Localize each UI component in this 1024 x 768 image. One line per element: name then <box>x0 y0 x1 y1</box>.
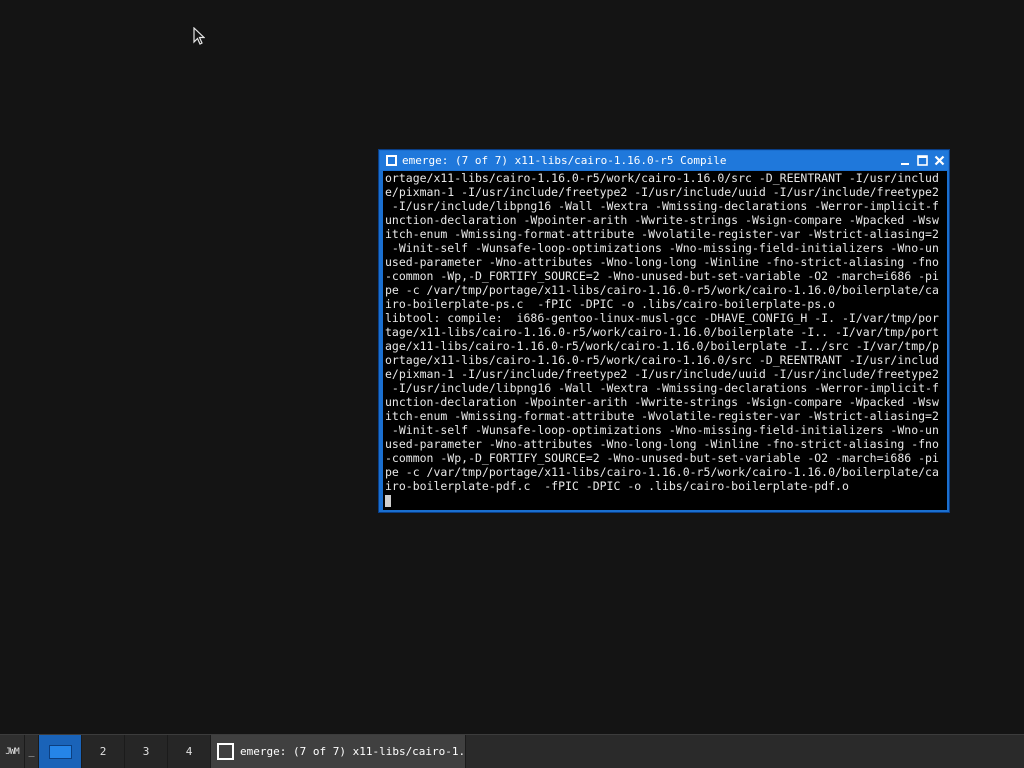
terminal-line: -Winit-self -Wunsafe-loop-optimizations … <box>385 241 939 255</box>
terminal-line: ortage/x11-libs/cairo-1.16.0-r5/work/cai… <box>385 171 939 185</box>
terminal-window[interactable]: emerge: (7 of 7) x11-libs/cairo-1.16.0-r… <box>378 149 950 513</box>
minimize-button[interactable] <box>897 152 914 169</box>
terminal-line: -common -Wp,-D_FORTIFY_SOURCE=2 -Wno-unu… <box>385 451 939 465</box>
task-label: emerge: (7 of 7) x11-libs/cairo-1.16.0-r… <box>240 745 465 758</box>
terminal-line: -common -Wp,-D_FORTIFY_SOURCE=2 -Wno-unu… <box>385 269 939 283</box>
window-titlebar[interactable]: emerge: (7 of 7) x11-libs/cairo-1.16.0-r… <box>380 151 948 170</box>
terminal-line: -I/usr/include/libpng16 -Wall -Wextra -W… <box>385 199 939 213</box>
desktop-background[interactable]: emerge: (7 of 7) x11-libs/cairo-1.16.0-r… <box>0 0 1024 734</box>
terminal-cursor <box>385 494 391 507</box>
desktop-2-button[interactable]: 2 <box>82 735 125 768</box>
terminal-line: libtool: compile: i686-gentoo-linux-musl… <box>385 311 939 325</box>
desktop-3-button[interactable]: 3 <box>125 735 168 768</box>
desktop-4-button[interactable]: 4 <box>168 735 211 768</box>
terminal-line: used-parameter -Wno-attributes -Wno-long… <box>385 255 939 269</box>
mouse-pointer-icon <box>193 27 205 45</box>
terminal-line: tage/x11-libs/cairo-1.16.0-r5/work/cairo… <box>385 325 939 339</box>
terminal-line: unction-declaration -Wpointer-arith -Wwr… <box>385 213 939 227</box>
window-menu-icon[interactable] <box>386 155 397 166</box>
maximize-icon <box>917 155 928 166</box>
terminal-line: -Winit-self -Wunsafe-loop-optimizations … <box>385 423 939 437</box>
terminal-line: pe -c /var/tmp/portage/x11-libs/cairo-1.… <box>385 465 939 479</box>
desktop-1-button[interactable] <box>39 735 82 768</box>
jwm-menu-button[interactable]: JWM <box>0 735 25 768</box>
task-button-emerge[interactable]: emerge: (7 of 7) x11-libs/cairo-1.16.0-r… <box>211 735 466 768</box>
maximize-button[interactable] <box>914 152 931 169</box>
close-button[interactable] <box>931 152 948 169</box>
terminal-line: age/x11-libs/cairo-1.16.0-r5/work/cairo-… <box>385 339 939 353</box>
terminal-prompt-line <box>385 493 947 507</box>
close-icon <box>934 155 945 166</box>
terminal-lines: ortage/x11-libs/cairo-1.16.0-r5/work/cai… <box>385 171 947 493</box>
terminal-line: iro-boilerplate-pdf.c -fPIC -DPIC -o .li… <box>385 479 849 493</box>
desktop-1-window-preview <box>48 744 72 759</box>
terminal-line: -I/usr/include/libpng16 -Wall -Wextra -W… <box>385 381 939 395</box>
terminal-line: unction-declaration -Wpointer-arith -Wwr… <box>385 395 939 409</box>
terminal-line: e/pixman-1 -I/usr/include/freetype2 -I/u… <box>385 185 939 199</box>
terminal-line: pe -c /var/tmp/portage/x11-libs/cairo-1.… <box>385 283 939 297</box>
terminal-line: itch-enum -Wmissing-format-attribute -Wv… <box>385 409 939 423</box>
minimize-icon <box>901 163 909 165</box>
taskbar: JWM _ 2 3 4 emerge: (7 of 7) x11-libs/ca… <box>0 734 1024 768</box>
window-icon <box>217 743 234 760</box>
show-desktop-button[interactable]: _ <box>25 735 39 768</box>
window-title: emerge: (7 of 7) x11-libs/cairo-1.16.0-r… <box>402 154 727 167</box>
terminal-line: used-parameter -Wno-attributes -Wno-long… <box>385 437 939 451</box>
terminal-line: e/pixman-1 -I/usr/include/freetype2 -I/u… <box>385 367 939 381</box>
terminal-line: iro-boilerplate-ps.c -fPIC -DPIC -o .lib… <box>385 297 836 311</box>
terminal-line: ortage/x11-libs/cairo-1.16.0-r5/work/cai… <box>385 353 939 367</box>
terminal-output[interactable]: ortage/x11-libs/cairo-1.16.0-r5/work/cai… <box>383 171 947 510</box>
terminal-line: itch-enum -Wmissing-format-attribute -Wv… <box>385 227 939 241</box>
